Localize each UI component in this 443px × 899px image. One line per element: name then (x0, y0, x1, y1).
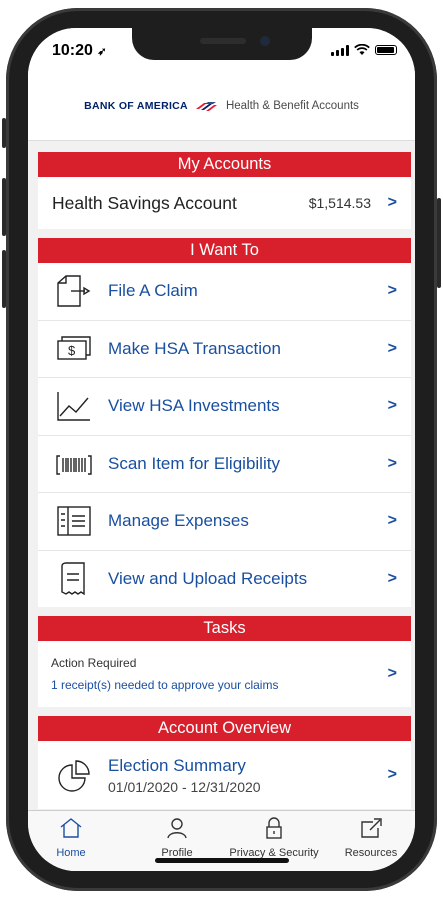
speaker (200, 38, 246, 44)
front-camera (260, 36, 270, 46)
task-message: 1 receipt(s) needed to approve your clai… (51, 678, 279, 692)
status-icons (331, 44, 397, 56)
battery-icon (375, 45, 397, 55)
location-arrow-icon: ➶ (97, 46, 107, 58)
main-content: My Accounts Health Savings Account $1,51… (38, 152, 411, 818)
receipt-icon (52, 559, 96, 599)
status-time-text: 10:20 (52, 42, 93, 59)
chevron-right-icon: > (387, 194, 397, 211)
hsa-transaction-row[interactable]: $ Make HSA Transaction > (38, 321, 411, 378)
lock-icon (266, 817, 282, 839)
power-button (437, 198, 441, 288)
chevron-right-icon: > (387, 766, 397, 783)
tab-privacy-security[interactable]: Privacy & Security (224, 817, 324, 859)
scan-item-label: Scan Item for Eligibility (108, 453, 280, 473)
file-claim-row[interactable]: File A Claim > (38, 263, 411, 321)
chevron-right-icon: > (387, 282, 397, 300)
tab-home-label: Home (56, 847, 86, 859)
person-icon (167, 818, 187, 839)
receipts-label: View and Upload Receipts (108, 568, 308, 588)
external-link-icon (361, 818, 382, 838)
home-indicator (155, 858, 289, 863)
hsa-investments-row[interactable]: View HSA Investments > (38, 378, 411, 436)
phone-frame: 10:20 ➶ BANK OF AMERICA Health & Benefit… (0, 0, 443, 899)
home-icon (60, 818, 82, 838)
i-want-to-section: I Want To File A Claim > $ Make HSA Tran… (38, 238, 411, 607)
header-subtitle: Health & Benefit Accounts (225, 100, 359, 112)
account-name: Health Savings Account (52, 192, 237, 213)
app-header: BANK OF AMERICA Health & Benefit Account… (28, 72, 415, 141)
wifi-icon (354, 44, 370, 55)
bank-logo-text: BANK OF AMERICA (84, 100, 188, 112)
barcode-icon (52, 444, 96, 484)
file-claim-icon (52, 271, 96, 311)
svg-text:$: $ (68, 343, 76, 358)
chevron-right-icon: > (387, 454, 397, 472)
tasks-header: Tasks (38, 616, 411, 641)
receipts-row[interactable]: View and Upload Receipts > (38, 551, 411, 608)
my-accounts-header: My Accounts (38, 152, 411, 177)
manage-expenses-label: Manage Expenses (108, 511, 249, 531)
i-want-to-header: I Want To (38, 238, 411, 263)
tab-resources[interactable]: Resources (321, 817, 415, 859)
dollar-bill-icon: $ (52, 329, 96, 369)
election-summary-dates: 01/01/2020 - 12/31/2020 (108, 778, 261, 795)
expenses-icon (52, 501, 96, 541)
scan-item-row[interactable]: Scan Item for Eligibility > (38, 436, 411, 493)
hsa-investments-label: View HSA Investments (108, 396, 280, 416)
chevron-right-icon: > (387, 339, 397, 357)
notch (132, 28, 312, 60)
account-balance: $1,514.53 (308, 195, 371, 211)
line-chart-icon (52, 386, 96, 426)
signal-icon (331, 44, 349, 56)
chevron-right-icon: > (387, 397, 397, 415)
chevron-right-icon: > (387, 569, 397, 587)
flag-logo-icon (195, 102, 217, 111)
file-claim-label: File A Claim (108, 281, 198, 301)
chevron-right-icon: > (387, 665, 397, 682)
task-status: Action Required (51, 656, 137, 670)
hsa-transaction-label: Make HSA Transaction (108, 338, 281, 358)
app-screen: 10:20 ➶ BANK OF AMERICA Health & Benefit… (28, 28, 415, 871)
pie-chart-icon (52, 755, 96, 795)
my-accounts-section: My Accounts Health Savings Account $1,51… (38, 152, 411, 229)
account-overview-header: Account Overview (38, 716, 411, 741)
tab-home[interactable]: Home (28, 817, 121, 859)
manage-expenses-row[interactable]: Manage Expenses > (38, 493, 411, 551)
chevron-right-icon: > (387, 512, 397, 530)
election-summary-row[interactable]: Election Summary 01/01/2020 - 12/31/2020… (38, 741, 411, 809)
hsa-account-row[interactable]: Health Savings Account $1,514.53 > (38, 177, 411, 229)
tab-resources-label: Resources (344, 847, 398, 859)
task-row[interactable]: Action Required 1 receipt(s) needed to a… (38, 641, 411, 707)
tasks-section: Tasks Action Required 1 receipt(s) neede… (38, 616, 411, 707)
election-summary-label: Election Summary (108, 755, 246, 775)
tab-profile[interactable]: Profile (127, 817, 227, 859)
account-overview-section: Account Overview Election Summary 01/01/… (38, 716, 411, 809)
status-time: 10:20 ➶ (52, 42, 107, 60)
election-summary-text: Election Summary 01/01/2020 - 12/31/2020 (108, 756, 261, 795)
